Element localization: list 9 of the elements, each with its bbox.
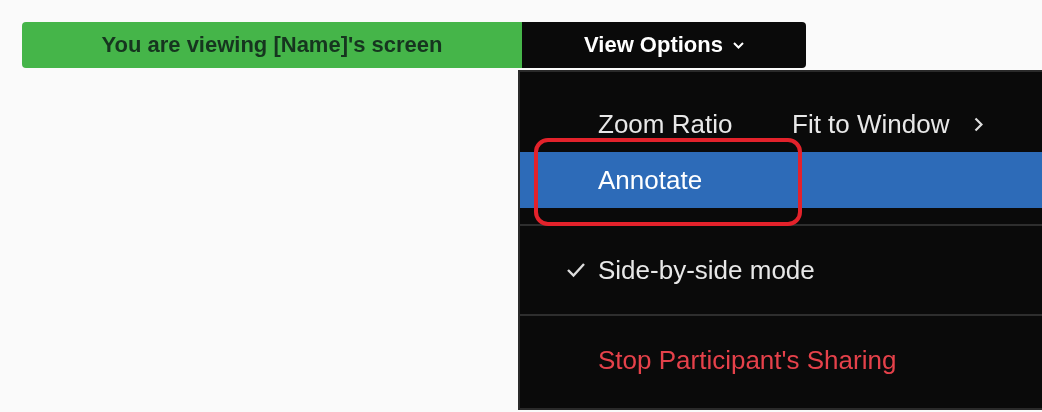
menu-item[interactable]: Zoom Ratio Fit to Window [520,96,1042,152]
menu-item[interactable]: Annotate [520,152,1042,208]
chevron-right-icon [973,116,983,132]
menu-item[interactable]: Side-by-side mode [520,242,1042,298]
caret-icon [732,41,744,49]
menu-item[interactable]: Stop Participant's Sharing [520,332,1042,388]
view-options-button[interactable]: View Options [522,22,806,68]
screen-share-status: You are viewing [Name]'s screen [22,22,522,68]
checkmark-icon [566,262,586,278]
